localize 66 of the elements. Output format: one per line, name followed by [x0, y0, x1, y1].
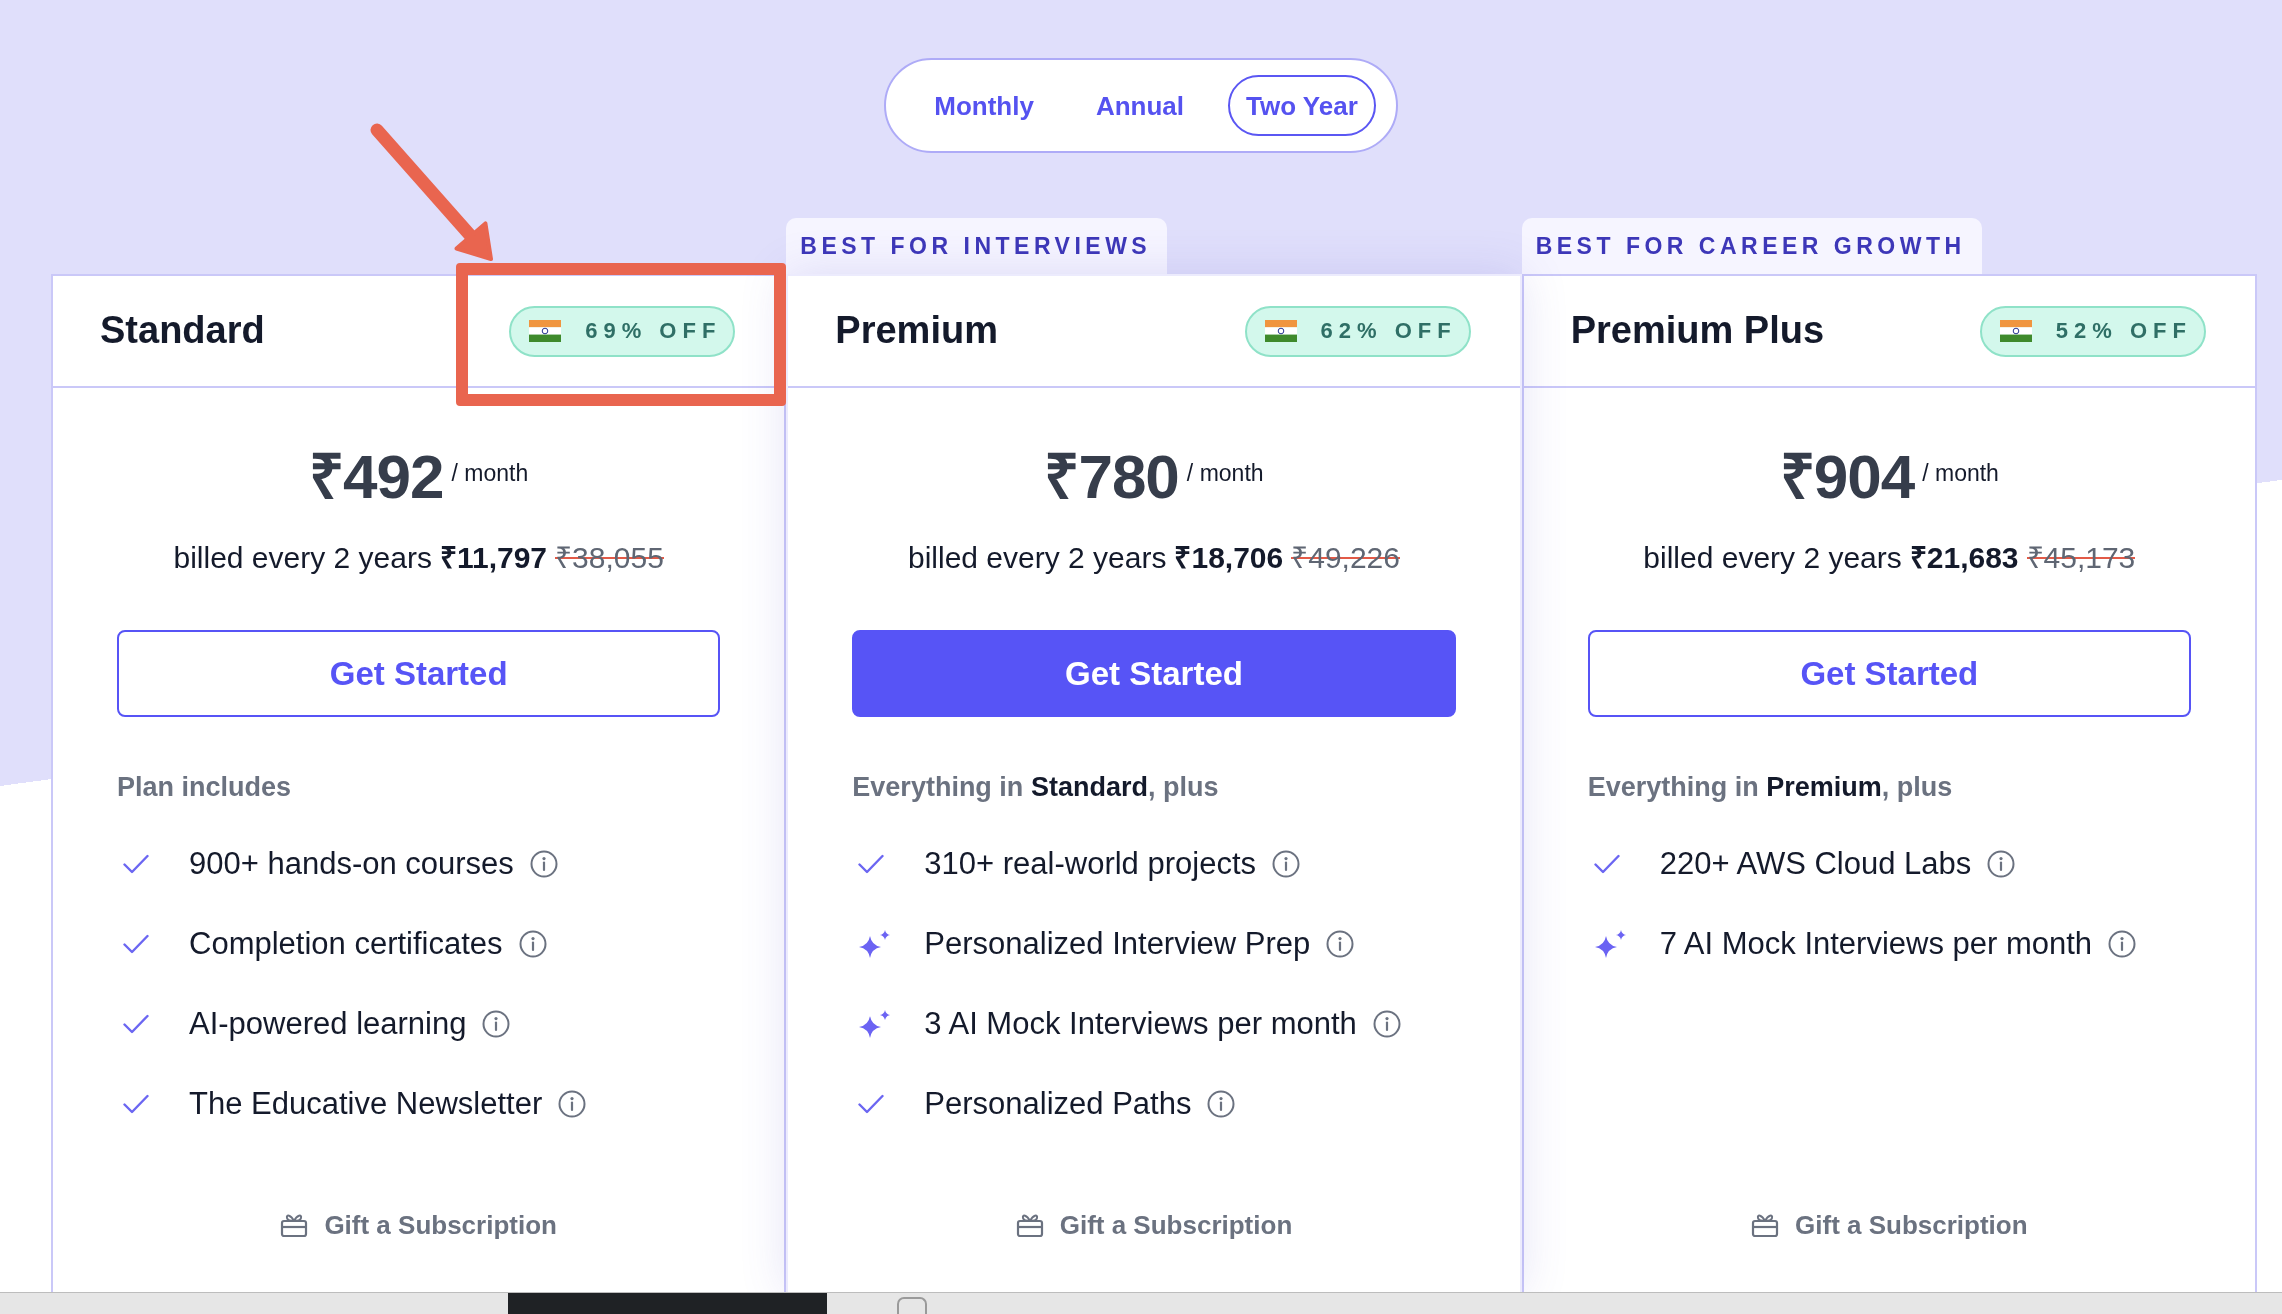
price-amount: ₹492 [309, 445, 444, 509]
feature-text: Completion certificates [189, 925, 503, 963]
feature-text: AI-powered learning [189, 1005, 467, 1043]
gift-subscription-link[interactable]: Gift a Subscription [280, 1205, 557, 1245]
info-icon[interactable] [1272, 850, 1301, 878]
get-started-button[interactable]: Get Started [852, 630, 1456, 717]
plan-name: Premium Plus [1570, 308, 1825, 354]
plan-name: Standard [100, 308, 265, 354]
get-started-button[interactable]: Get Started [1587, 630, 2191, 717]
discount-label: 62% OFF [1320, 320, 1457, 342]
discount-label: 52% OFF [2055, 320, 2192, 342]
feature-text: Personalized Paths [924, 1085, 1192, 1123]
info-icon[interactable] [1372, 1010, 1401, 1038]
gift-icon [1015, 1212, 1044, 1238]
feature-text: 900+ hands-on courses [189, 845, 514, 883]
gift-icon [1751, 1212, 1780, 1238]
info-icon[interactable] [1207, 1090, 1236, 1118]
info-icon[interactable] [482, 1010, 511, 1038]
total-price: ₹18,706 [1174, 540, 1284, 576]
flag-icon [529, 320, 562, 342]
billing-note: billed every 2 years [173, 540, 432, 576]
gift-icon [280, 1212, 309, 1238]
total-price: ₹21,683 [1909, 540, 2019, 576]
check-icon [858, 854, 885, 874]
feature-text: 7 AI Mock Interviews per month [1659, 925, 2093, 963]
total-price: ₹11,797 [439, 540, 548, 576]
plan-intro-text: Everything in Premium, plus [1587, 771, 1954, 804]
sparkle-icon [858, 1009, 892, 1039]
check-icon [123, 1014, 149, 1034]
feature-text: Personalized Interview Prep [924, 925, 1311, 963]
info-icon[interactable] [1987, 850, 2016, 878]
plan-intro-text: Everything in Standard, plus [852, 771, 1220, 804]
price-period: / month [1922, 459, 1999, 487]
period-tab[interactable]: Annual [1077, 75, 1202, 136]
billing-note: billed every 2 years [1643, 540, 1902, 576]
billing-note: billed every 2 years [908, 540, 1167, 576]
check-icon [123, 1094, 149, 1114]
plan-tagline: BEST FOR INTERVIEWS [786, 218, 1168, 274]
gift-subscription-link[interactable]: Gift a Subscription [1751, 1205, 2028, 1245]
period-tab[interactable]: Monthly [916, 75, 1052, 136]
feature-text: 310+ real-world projects [924, 845, 1257, 883]
plan-name: Premium [835, 308, 998, 354]
info-icon[interactable] [558, 1090, 587, 1118]
gift-subscription-link[interactable]: Gift a Subscription [1015, 1205, 1293, 1245]
check-icon [123, 854, 149, 874]
check-icon [1593, 854, 1620, 874]
info-icon[interactable] [2108, 930, 2137, 958]
period-tab[interactable]: Two Year [1228, 75, 1376, 136]
feature-text: 220+ AWS Cloud Labs [1659, 845, 1972, 883]
flag-icon [1999, 320, 2032, 342]
plan-intro-text: Plan includes [117, 771, 293, 804]
check-icon [858, 1094, 885, 1114]
get-started-button[interactable]: Get Started [117, 630, 721, 717]
info-icon[interactable] [518, 930, 547, 958]
flag-icon [1264, 320, 1297, 342]
feature-text: 3 AI Mock Interviews per month [924, 1005, 1357, 1043]
plan-tagline: BEST FOR CAREER GROWTH [1521, 218, 1982, 274]
info-icon[interactable] [529, 850, 558, 878]
feature-text: The Educative Newsletter [189, 1085, 543, 1123]
price-amount: ₹904 [1779, 445, 1915, 509]
price-period: / month [1186, 459, 1264, 487]
discount-label: 69% OFF [585, 320, 722, 342]
info-icon[interactable] [1326, 930, 1355, 958]
price-amount: ₹780 [1044, 445, 1179, 509]
price-period: / month [451, 459, 529, 487]
check-icon [123, 934, 149, 954]
